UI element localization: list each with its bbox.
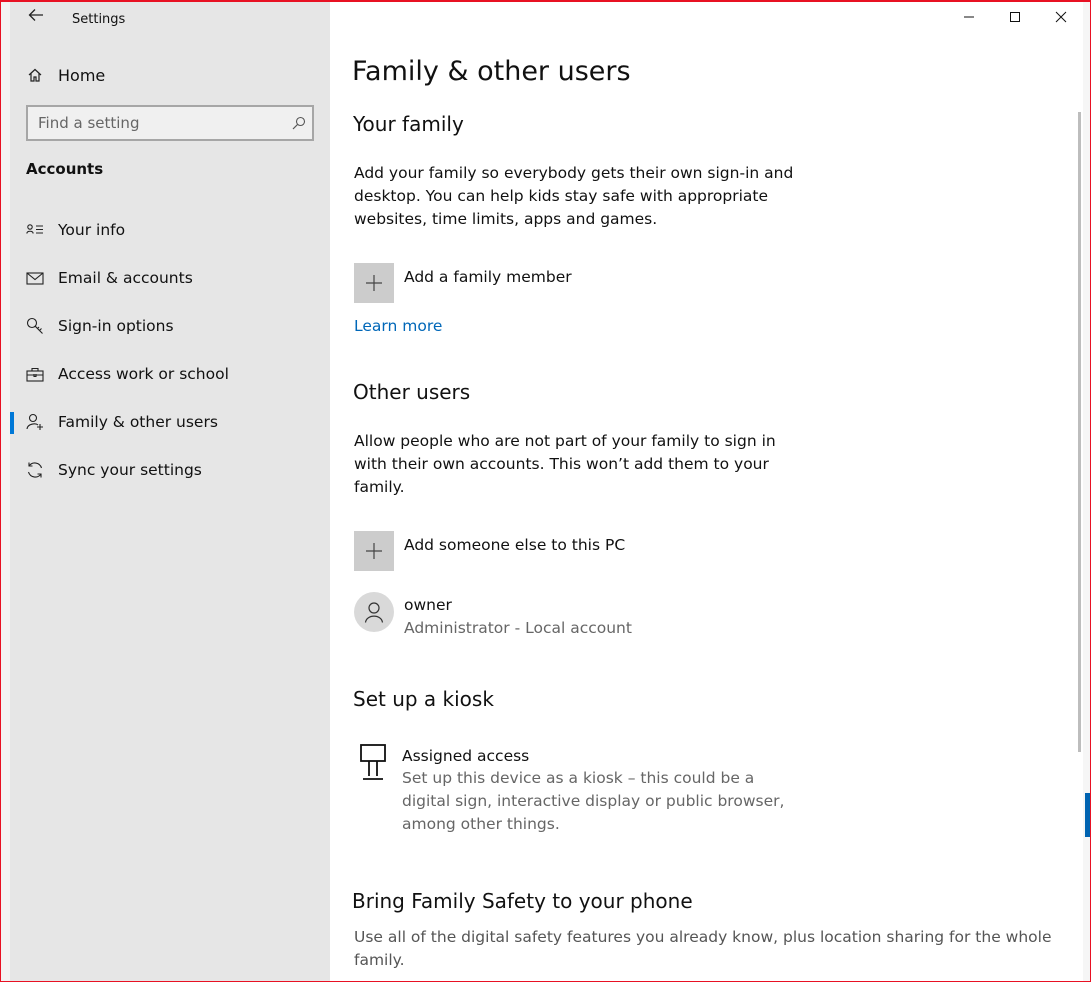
close-icon — [1055, 11, 1067, 23]
sidebar-item-label: Family & other users — [58, 413, 218, 431]
add-family-member-button[interactable]: Add a family member — [354, 263, 572, 303]
sidebar-item-sign-in-options[interactable]: Sign-in options — [10, 302, 330, 350]
sidebar: Settings Home Accounts Your info — [10, 2, 330, 982]
plus-icon — [354, 531, 394, 571]
sidebar-item-email-accounts[interactable]: Email & accounts — [10, 254, 330, 302]
home-label: Home — [58, 65, 106, 85]
add-someone-else-label: Add someone else to this PC — [404, 536, 626, 554]
add-family-member-label: Add a family member — [404, 268, 572, 286]
sidebar-item-family-other-users[interactable]: Family & other users — [10, 398, 330, 446]
user-text: owner Administrator - Local account — [404, 592, 632, 642]
sidebar-item-your-info[interactable]: Your info — [10, 206, 330, 254]
avatar — [354, 592, 394, 632]
your-family-heading: Your family — [353, 112, 464, 136]
kiosk-text: Assigned access Set up this device as a … — [402, 744, 792, 836]
close-button[interactable] — [1038, 2, 1084, 32]
mail-icon — [26, 269, 44, 287]
plus-icon — [354, 263, 394, 303]
other-users-heading: Other users — [353, 380, 471, 404]
settings-window: Settings Home Accounts Your info — [10, 2, 1083, 982]
person-icon — [364, 602, 384, 623]
user-owner[interactable]: owner Administrator - Local account — [354, 592, 632, 642]
search-icon[interactable] — [286, 116, 312, 130]
assigned-access-button[interactable]: Assigned access Set up this device as a … — [354, 744, 792, 836]
sync-icon — [26, 461, 44, 479]
search-box — [26, 105, 314, 141]
scrollbar[interactable] — [1078, 112, 1081, 752]
sidebar-item-access-work-school[interactable]: Access work or school — [10, 350, 330, 398]
sidebar-item-label: Access work or school — [58, 365, 229, 383]
key-icon — [26, 317, 44, 335]
main-content: Family & other users Your family Add you… — [330, 2, 1083, 982]
background-window-left — [0, 0, 10, 982]
back-button[interactable] — [24, 6, 48, 30]
other-users-description: Allow people who are not part of your fa… — [354, 432, 776, 496]
sidebar-item-label: Email & accounts — [58, 269, 193, 287]
sidebar-item-label: Sign-in options — [58, 317, 174, 335]
section-title: Accounts — [26, 160, 104, 178]
user-name: owner — [404, 596, 452, 614]
sidebar-item-label: Sync your settings — [58, 461, 202, 479]
kiosk-heading: Set up a kiosk — [353, 687, 494, 711]
maximize-button[interactable] — [992, 2, 1038, 32]
minimize-icon — [964, 16, 974, 18]
add-someone-else-button[interactable]: Add someone else to this PC — [354, 531, 625, 571]
add-person-icon — [26, 413, 44, 431]
assigned-access-description: Set up this device as a kiosk – this cou… — [402, 769, 785, 833]
app-title: Settings — [72, 12, 126, 27]
user-detail: Administrator - Local account — [404, 619, 632, 637]
family-safety-description: Use all of the digital safety features y… — [354, 928, 1052, 969]
learn-more-link[interactable]: Learn more — [354, 317, 442, 335]
back-arrow-icon — [28, 9, 43, 21]
page-title: Family & other users — [352, 56, 631, 87]
background-accent-bar — [1085, 793, 1091, 837]
maximize-icon — [1010, 12, 1020, 22]
briefcase-icon — [26, 365, 44, 383]
your-family-description: Add your family so everybody gets their … — [354, 164, 794, 228]
home-link[interactable]: Home — [26, 60, 316, 90]
sidebar-item-label: Your info — [58, 221, 126, 239]
contact-card-icon — [26, 221, 44, 239]
kiosk-icon — [354, 744, 392, 784]
sidebar-item-sync-settings[interactable]: Sync your settings — [10, 446, 330, 494]
assigned-access-name: Assigned access — [402, 747, 530, 765]
family-safety-heading: Bring Family Safety to your phone — [352, 889, 693, 913]
search-input[interactable] — [28, 107, 286, 139]
home-icon — [26, 66, 44, 84]
minimize-button[interactable] — [946, 2, 992, 32]
sidebar-nav: Your info Email & accounts Sign-in optio… — [10, 206, 330, 494]
